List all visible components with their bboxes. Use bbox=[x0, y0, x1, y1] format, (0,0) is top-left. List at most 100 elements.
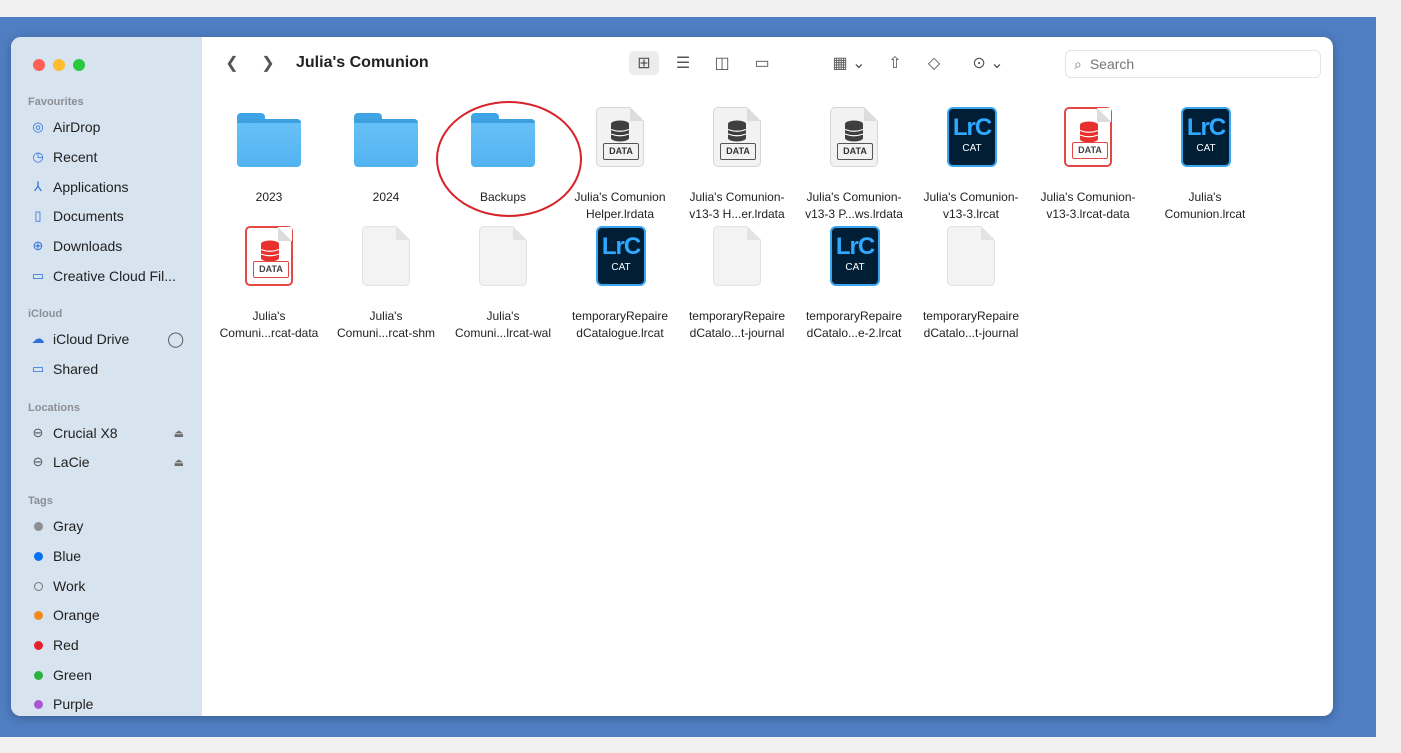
sidebar: Favourites ◎ AirDrop ◷ Recent ⅄ Application… bbox=[11, 37, 202, 716]
file-item[interactable]: Julia's Comuni...lrcat-wal bbox=[445, 222, 561, 342]
columns-icon: ◫ bbox=[714, 55, 730, 72]
file-name: Julia's Comuni...rcat-data bbox=[219, 309, 319, 340]
eject-icon[interactable]: ⏏ bbox=[174, 456, 184, 469]
sidebar-item-icloud-drive[interactable]: ☁ iCloud Drive ◯ bbox=[30, 328, 190, 350]
file-item[interactable]: DATA Julia's Comunion- v13-3 H...er.lrdat… bbox=[679, 103, 795, 223]
zoom-button[interactable] bbox=[73, 59, 85, 71]
file-item[interactable]: Backups bbox=[445, 103, 561, 206]
file-name: 2024 bbox=[372, 190, 400, 204]
sidebar-tag-green[interactable]: Green bbox=[30, 664, 190, 686]
file-type-tag: DATA bbox=[1072, 142, 1108, 159]
sidebar-item-label: iCloud Drive bbox=[53, 331, 130, 347]
sidebar-tag-orange[interactable]: Orange bbox=[30, 604, 190, 626]
sidebar-tag-work[interactable]: Work bbox=[30, 575, 190, 597]
file-item[interactable]: 2024 bbox=[328, 103, 444, 206]
forward-button[interactable]: ❯ bbox=[258, 51, 278, 75]
document-icon: ▯ bbox=[34, 208, 42, 223]
chevron-left-icon: ❮ bbox=[225, 55, 239, 72]
tag-label: Red bbox=[53, 637, 79, 653]
file-icon-box: DATA bbox=[562, 103, 678, 183]
file-name: Julia's Comunion Helper.lrdata bbox=[574, 190, 666, 221]
file-name: Julia's Comunion.lrcat bbox=[1164, 190, 1246, 221]
database-file-icon: DATA bbox=[245, 226, 293, 286]
sidebar-item-crucial-x8[interactable]: ⊖ Crucial X8 ⏏ bbox=[30, 422, 190, 444]
tag-dot-icon bbox=[34, 581, 43, 591]
file-item[interactable]: temporaryRepaire dCatalo...t-journal bbox=[913, 222, 1029, 342]
group-button[interactable]: ▦ ⌄ bbox=[829, 51, 869, 75]
file-name: Julia's Comunion- v13-3.lrcat bbox=[923, 190, 1019, 221]
file-item[interactable]: DATA Julia's Comunion- v13-3.lrcat-data bbox=[1030, 103, 1146, 223]
search-icon: ⌕ bbox=[1074, 55, 1082, 72]
file-item[interactable]: LrC CAT Julia's Comunion.lrcat bbox=[1147, 103, 1263, 223]
sidebar-item-downloads[interactable]: ⊕ Downloads bbox=[30, 235, 190, 257]
sidebar-item-applications[interactable]: ⅄ Applications bbox=[30, 176, 190, 198]
file-item[interactable]: LrC CAT temporaryRepaire dCatalogue.lrcat bbox=[562, 222, 678, 342]
share-button[interactable]: ⇧ bbox=[883, 51, 907, 75]
lightroom-catalog-icon: LrC CAT bbox=[596, 226, 646, 286]
file-item[interactable]: 2023 bbox=[211, 103, 327, 206]
file-item[interactable]: LrC CAT temporaryRepaire dCatalo...e-2.lrc… bbox=[796, 222, 912, 342]
file-name: temporaryRepaire dCatalo...e-2.lrcat bbox=[805, 309, 903, 340]
grid-icon: ⊞ bbox=[637, 55, 651, 72]
column-view-button[interactable]: ◫ bbox=[707, 51, 737, 75]
file-item[interactable]: DATA Julia's Comuni...rcat-data bbox=[211, 222, 327, 342]
tag-button[interactable]: ◇ bbox=[922, 51, 946, 75]
clock-icon: ◷ bbox=[32, 149, 44, 164]
list-view-button[interactable]: ☰ bbox=[668, 51, 698, 75]
file-item[interactable]: Julia's Comuni...rcat-shm bbox=[328, 222, 444, 342]
sidebar-tag-gray[interactable]: Gray bbox=[30, 515, 190, 537]
tag-dot-icon bbox=[34, 640, 43, 650]
file-grid: 2023 2024 Backups DATA Julia's Comunion Help… bbox=[202, 89, 1333, 716]
file-icon-box bbox=[328, 222, 444, 302]
sidebar-tag-purple[interactable]: Purple bbox=[30, 693, 190, 715]
sidebar-item-label: Creative Cloud Fil... bbox=[53, 268, 176, 284]
sidebar-item-label: Documents bbox=[53, 208, 124, 224]
drive-icon: ⊖ bbox=[32, 454, 44, 469]
file-item[interactable]: DATA Julia's Comunion- v13-3 P...ws.lrdat… bbox=[796, 103, 912, 223]
favourites-section-title: Favourites bbox=[28, 96, 84, 108]
minimize-button[interactable] bbox=[53, 59, 65, 71]
gallery-view-button[interactable]: ▭ bbox=[747, 51, 777, 75]
file-name: Backups bbox=[479, 190, 527, 204]
cat-icon-text: CAT bbox=[611, 262, 631, 273]
file-icon-box: DATA bbox=[211, 222, 327, 302]
list-icon: ☰ bbox=[675, 55, 691, 72]
file-item[interactable]: LrC CAT Julia's Comunion- v13-3.lrcat bbox=[913, 103, 1029, 223]
sidebar-tag-blue[interactable]: Blue bbox=[30, 545, 190, 567]
folder-icon bbox=[471, 113, 535, 167]
search-input[interactable] bbox=[1087, 55, 1292, 73]
file-item[interactable]: temporaryRepaire dCatalo...t-journal bbox=[679, 222, 795, 342]
sidebar-item-shared[interactable]: ▭ Shared bbox=[30, 358, 190, 380]
sidebar-item-lacie[interactable]: ⊖ LaCie ⏏ bbox=[30, 451, 190, 473]
tag-label: Purple bbox=[53, 696, 94, 712]
file-icon-box bbox=[913, 222, 1029, 302]
more-actions-button[interactable]: ⊙ ⌄ bbox=[966, 51, 1010, 75]
sidebar-item-airdrop[interactable]: ◎ AirDrop bbox=[30, 116, 190, 138]
file-name: Julia's Comuni...lrcat-wal bbox=[454, 309, 552, 340]
download-icon: ⊕ bbox=[32, 238, 44, 253]
back-button[interactable]: ❮ bbox=[222, 51, 242, 75]
search-field[interactable]: ⌕ bbox=[1065, 50, 1321, 78]
sidebar-tag-red[interactable]: Red bbox=[30, 634, 190, 656]
tag-icon: ◇ bbox=[927, 55, 941, 72]
sidebar-item-label: LaCie bbox=[53, 454, 90, 470]
lightroom-catalog-icon: LrC CAT bbox=[830, 226, 880, 286]
file-name: 2023 bbox=[255, 190, 283, 204]
file-type-tag: DATA bbox=[253, 261, 289, 278]
blank-file-icon bbox=[947, 226, 995, 286]
chevron-right-icon: ❯ bbox=[261, 55, 275, 72]
sidebar-item-recent[interactable]: ◷ Recent bbox=[30, 146, 190, 168]
finder-window: Favourites ◎ AirDrop ◷ Recent ⅄ Application… bbox=[11, 37, 1333, 716]
blank-file-icon bbox=[362, 226, 410, 286]
sidebar-item-creative-cloud[interactable]: ▭ Creative Cloud Fil... bbox=[30, 265, 190, 287]
close-button[interactable] bbox=[33, 59, 45, 71]
eject-icon[interactable]: ⏏ bbox=[174, 427, 184, 440]
ellipsis-circle-icon: ⊙ ⌄ bbox=[972, 55, 1004, 72]
icon-view-button[interactable]: ⊞ bbox=[629, 51, 659, 75]
file-icon-box bbox=[679, 222, 795, 302]
lightroom-catalog-icon: LrC CAT bbox=[1181, 107, 1231, 167]
sidebar-item-documents[interactable]: ▯ Documents bbox=[30, 205, 190, 227]
sidebar-item-label: Applications bbox=[53, 179, 129, 195]
file-icon-box: LrC CAT bbox=[913, 103, 1029, 183]
file-item[interactable]: DATA Julia's Comunion Helper.lrdata bbox=[562, 103, 678, 223]
